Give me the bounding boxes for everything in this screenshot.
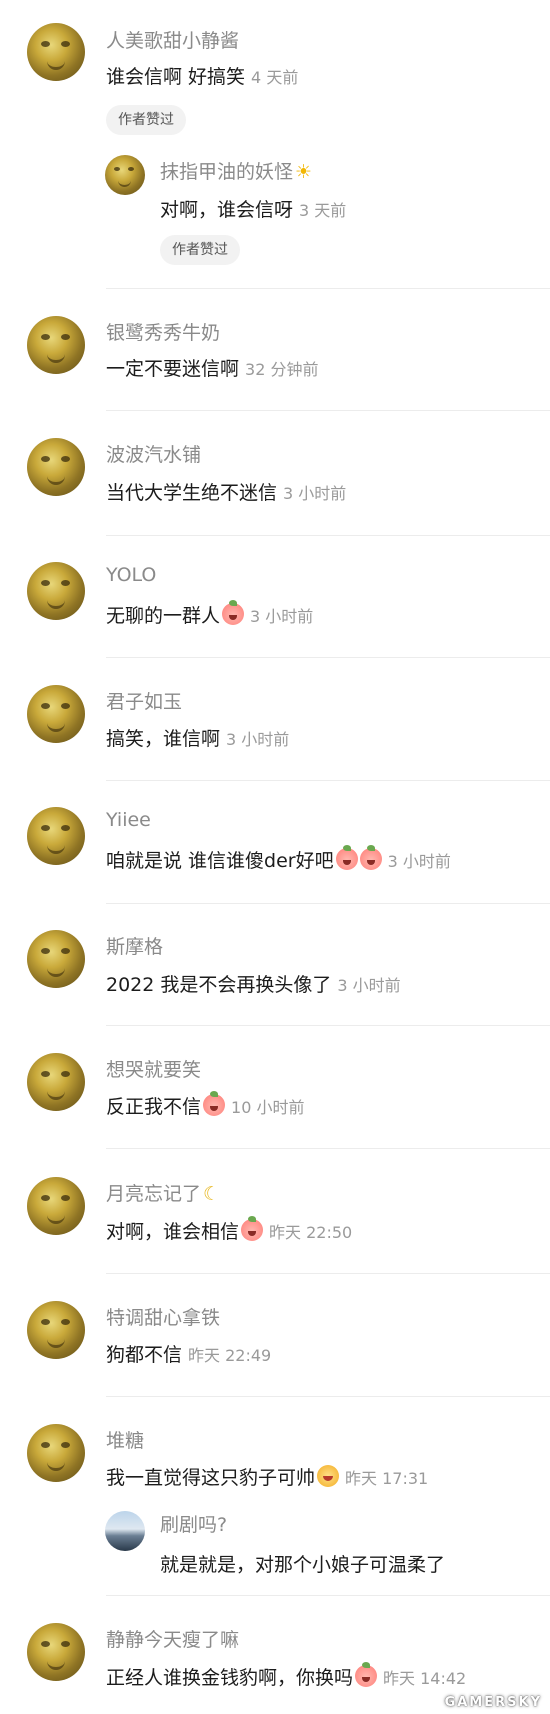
avatar[interactable] (27, 1301, 85, 1359)
divider (106, 1025, 550, 1026)
comment-time: 32 分钟前 (245, 360, 319, 379)
divider (106, 903, 550, 904)
sun-icon: ☀ (295, 161, 313, 183)
watermark: GAMERSKY (444, 1695, 542, 1710)
comment-body: 谁会信啊 好搞笑 (106, 66, 246, 88)
username[interactable]: 堆糖 (106, 1426, 144, 1453)
username[interactable]: 特调甜心拿铁 (106, 1303, 220, 1330)
comment-text: 对啊，谁会相信 昨天 22:50 (106, 1216, 353, 1244)
moon-icon: ☾ (203, 1183, 221, 1205)
reply-body: 就是就是，对那个小娘子可温柔了 (160, 1554, 446, 1576)
reply-text: 对啊，谁会信呀 3 天前 (160, 195, 346, 222)
username[interactable]: 静静今天瘦了嘛 (106, 1625, 239, 1652)
comment-time: 3 小时前 (283, 484, 347, 503)
username[interactable]: 想哭就要笑 (106, 1055, 201, 1082)
comment-body: 一定不要迷信啊 (106, 358, 240, 380)
avatar[interactable] (27, 930, 85, 988)
comment-time: 10 小时前 (231, 1098, 305, 1117)
comment-text: 2022 我是不会再换头像了 3 小时前 (106, 970, 401, 997)
comment-body: 正经人谁换金钱豹啊，你换吗 (106, 1667, 354, 1689)
divider (106, 288, 550, 289)
comment-time: 3 小时前 (226, 730, 290, 749)
peach-emoji-icon (241, 1216, 264, 1241)
divider (106, 535, 550, 536)
reply-body: 对啊，谁会信呀 (160, 199, 294, 221)
comment-body: 咱就是说 谁信谁傻der好吧 (106, 850, 334, 872)
comment-text: 无聊的一群人 3 小时前 (106, 600, 314, 628)
username[interactable]: YOLO (106, 564, 156, 586)
username[interactable]: 人美歌甜小静酱 (106, 26, 239, 53)
author-liked-badge: 作者赞过 (160, 235, 240, 265)
comment-text: 当代大学生绝不迷信 3 小时前 (106, 478, 346, 505)
reply-username[interactable]: 抹指甲油的妖怪 ☀ (160, 157, 312, 184)
comment-time: 昨天 17:31 (345, 1469, 429, 1488)
divider (106, 1595, 550, 1596)
avatar[interactable] (27, 1177, 85, 1235)
avatar[interactable] (27, 23, 85, 81)
avatar[interactable] (27, 1623, 85, 1681)
comment-body: 当代大学生绝不迷信 (106, 482, 278, 504)
divider (106, 1273, 550, 1274)
comment-text: 咱就是说 谁信谁傻der好吧 3 小时前 (106, 845, 451, 873)
peach-emoji-icon (355, 1662, 378, 1687)
reply-text: 就是就是，对那个小娘子可温柔了 (160, 1550, 445, 1577)
peach-emoji-icon (222, 600, 245, 625)
golden-emoji-icon (317, 1465, 340, 1487)
reply-avatar[interactable] (105, 155, 145, 195)
comment-text: 正经人谁换金钱豹啊，你换吗 昨天 14:42 (106, 1662, 467, 1690)
avatar[interactable] (27, 316, 85, 374)
comment-text: 搞笑，谁信啊 3 小时前 (106, 724, 289, 751)
comment-body: 我一直觉得这只豹子可帅 (106, 1467, 316, 1489)
peach-emoji-icon (359, 845, 382, 870)
reply-username-text: 抹指甲油的妖怪 (160, 161, 294, 183)
reply-time: 3 天前 (299, 201, 347, 220)
peach-emoji-icon (203, 1091, 226, 1116)
avatar[interactable] (27, 1424, 85, 1482)
avatar[interactable] (27, 438, 85, 496)
reply-avatar[interactable] (105, 1511, 145, 1551)
comment-text: 反正我不信 10 小时前 (106, 1091, 305, 1119)
comment-time: 昨天 14:42 (383, 1669, 467, 1688)
reply-username[interactable]: 刷剧吗? (160, 1510, 227, 1537)
comment-body: 2022 我是不会再换头像了 (106, 974, 332, 996)
comment-time: 3 小时前 (337, 976, 401, 995)
username[interactable]: 波波汽水铺 (106, 440, 201, 467)
divider (106, 410, 550, 411)
username-text: 月亮忘记了 (106, 1183, 202, 1205)
comment-time: 3 小时前 (250, 607, 314, 626)
comment-body: 对啊，谁会相信 (106, 1221, 240, 1243)
comment-time: 昨天 22:50 (269, 1223, 353, 1242)
comment-body: 狗都不信 (106, 1344, 183, 1366)
peach-emoji-icon (335, 845, 358, 870)
username[interactable]: Yiiee (106, 809, 151, 831)
username[interactable]: 银鹭秀秀牛奶 (106, 318, 220, 345)
comment-text: 谁会信啊 好搞笑 4 天前 (106, 62, 298, 89)
divider (106, 1396, 550, 1397)
comment-body: 反正我不信 (106, 1096, 202, 1118)
avatar[interactable] (27, 807, 85, 865)
comment-text: 狗都不信 昨天 22:49 (106, 1340, 271, 1367)
comment-text: 一定不要迷信啊 32 分钟前 (106, 354, 318, 381)
username[interactable]: 月亮忘记了 ☾ (106, 1179, 220, 1206)
divider (106, 780, 550, 781)
comment-time: 昨天 22:49 (188, 1346, 272, 1365)
divider (106, 1148, 550, 1149)
comment-text: 我一直觉得这只豹子可帅 昨天 17:31 (106, 1463, 428, 1490)
username[interactable]: 君子如玉 (106, 687, 182, 714)
username[interactable]: 斯摩格 (106, 932, 163, 959)
comment-body: 无聊的一群人 (106, 605, 221, 627)
comment-body: 搞笑，谁信啊 (106, 728, 221, 750)
avatar[interactable] (27, 1053, 85, 1111)
avatar[interactable] (27, 685, 85, 743)
comment-time: 3 小时前 (387, 852, 451, 871)
author-liked-badge: 作者赞过 (106, 105, 186, 135)
divider (106, 657, 550, 658)
comment-time: 4 天前 (251, 68, 299, 87)
avatar[interactable] (27, 562, 85, 620)
